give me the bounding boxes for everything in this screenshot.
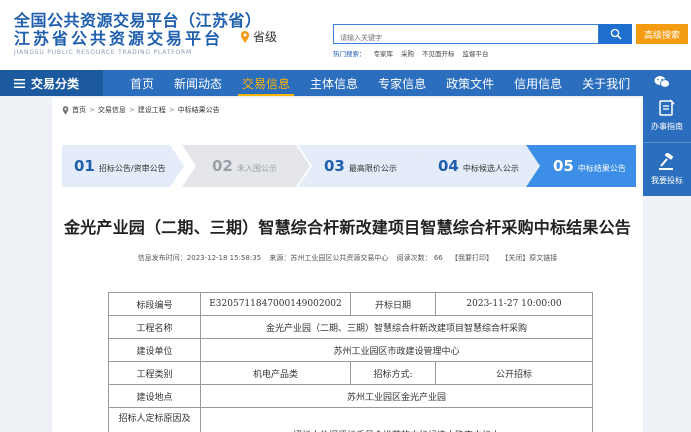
table-row: 招标人定标原因及 招标人依据评标委员会推荐的中标候选人确定中标人 [108, 407, 593, 432]
source: 来源：苏州工业园区公共资源交易中心 [269, 254, 389, 262]
table-key: 招标方式: [350, 361, 436, 385]
step-5[interactable]: 05 中标结果公告 [526, 145, 636, 187]
bid-button[interactable]: 我要投标 [643, 142, 691, 196]
nav-items: 首页 新闻动态 交易信息 主体信息 专家信息 政策文件 信用信息 关于我们 [103, 70, 630, 96]
step-1[interactable]: 01 招标公告/资审公告 [62, 145, 184, 187]
nav-item-home[interactable]: 首页 [130, 70, 154, 96]
hot-search: 热门搜索： 专家库 采购 不见面开标 监督平台 [333, 48, 489, 58]
logo-line2: 江苏省公共资源交易平台 [14, 29, 224, 48]
hot-term[interactable]: 采购 [401, 48, 414, 58]
nav-item-trade-info[interactable]: 交易信息 [238, 70, 295, 96]
province-selector[interactable]: 省级 [240, 28, 277, 45]
page-title: 金光产业园（二期、三期）智慧综合杆新改建项目智慧综合杆采购中标结果公告 [63, 218, 631, 237]
category-label: 交易分类 [31, 76, 80, 91]
step-number: 05 [553, 157, 574, 175]
article-meta: 信息发布时间：2023-12-18 15:58:35 来源：苏州工业园区公共资源… [52, 253, 643, 263]
breadcrumb-separator: > [128, 106, 135, 114]
table-value: 苏州工业园区金光产业园 [200, 384, 593, 408]
table-value: 公开招标 [435, 361, 593, 385]
bid-label: 我要投标 [651, 176, 683, 185]
step-label: 中标候选人公示 [462, 164, 519, 173]
table-row: 标段编号 E3205711847000149002002 开标日期 2023-1… [108, 292, 593, 316]
main-nav: 交易分类 首页 新闻动态 交易信息 主体信息 专家信息 政策文件 信用信息 关于… [0, 70, 691, 96]
table-row: 建设单位 苏州工业园区市政建设管理中心 [108, 338, 593, 362]
table-value: 招标人依据评标委员会推荐的中标候选人确定中标人 [200, 407, 593, 432]
search-input[interactable] [334, 29, 598, 47]
nav-item-subject-info[interactable]: 主体信息 [310, 70, 358, 96]
category-menu-button[interactable]: 交易分类 [0, 70, 103, 96]
nav-item-policy[interactable]: 政策文件 [446, 70, 494, 96]
step-2: 02 未入围公示 [182, 145, 310, 187]
table-key: 开标日期 [350, 292, 436, 316]
advanced-search-button[interactable]: 高级搜索 [636, 24, 688, 44]
location-pin-icon [241, 30, 249, 43]
breadcrumb: 首页 > 交易信息 > 建设工程 > 中标结果公告 [62, 105, 220, 115]
table-key: 工程类别 [108, 361, 201, 385]
print-link[interactable]: 【我要打印】 [451, 254, 493, 262]
side-float-bar: 办事指南 我要投标 [643, 88, 691, 196]
breadcrumb-item[interactable]: 建设工程 [138, 105, 166, 115]
search-icon [610, 28, 622, 40]
table-row: 建设地点 苏州工业园区金光产业园 [108, 384, 593, 408]
result-table: 标段编号 E3205711847000149002002 开标日期 2023-1… [108, 292, 593, 432]
table-value: 2023-11-27 10:00:00 [435, 292, 593, 316]
search-button[interactable] [599, 24, 632, 44]
breadcrumb-item[interactable]: 首页 [72, 105, 86, 115]
logo-line1: 全国公共资源交易平台（江苏省） [14, 11, 262, 30]
gavel-icon [659, 153, 674, 170]
guide-label: 办事指南 [651, 121, 683, 131]
step-number: 02 [212, 157, 233, 175]
wechat-icon[interactable] [654, 75, 670, 89]
origin-link[interactable]: 原文链接 [529, 254, 557, 262]
step-3[interactable]: 03 最高限价公示 [298, 145, 426, 187]
step-label: 招标公告/资审公告 [98, 164, 166, 173]
province-label: 省级 [253, 30, 278, 44]
nav-item-expert-info[interactable]: 专家信息 [378, 70, 426, 96]
breadcrumb-item[interactable]: 交易信息 [98, 105, 126, 115]
breadcrumb-item: 中标结果公告 [177, 106, 220, 114]
view-count: 阅读次数： 66 [396, 254, 443, 262]
nav-item-news[interactable]: 新闻动态 [174, 70, 222, 96]
step-label: 中标结果公告 [577, 164, 626, 173]
breadcrumb-separator: > [168, 106, 175, 114]
site-logo[interactable]: 全国公共资源交易平台（江苏省） 江苏省公共资源交易平台 JIANGSU PUBL… [14, 11, 262, 57]
nav-item-about[interactable]: 关于我们 [582, 70, 630, 96]
table-value: 机电产品类 [200, 361, 351, 385]
breadcrumb-separator: > [89, 106, 95, 114]
location-pin-icon [62, 105, 69, 115]
table-key: 建设单位 [108, 338, 201, 362]
step-label: 未入围公示 [236, 164, 277, 173]
table-value: E3205711847000149002002 [200, 292, 351, 316]
step-number: 01 [74, 157, 95, 175]
step-number: 04 [438, 157, 459, 175]
step-label: 最高限价公示 [348, 164, 397, 173]
hot-term[interactable]: 专家库 [374, 48, 394, 58]
table-row: 工程类别 机电产品类 招标方式: 公开招标 [108, 361, 593, 385]
table-row: 工程名称 金光产业园（二期、三期）智慧综合杆新改建项目智慧综合杆采购 [108, 315, 593, 339]
step-number: 03 [324, 157, 345, 175]
nav-item-credit[interactable]: 信用信息 [514, 70, 562, 96]
search-box [333, 24, 599, 47]
hot-term[interactable]: 监督平台 [463, 48, 489, 58]
menu-icon [14, 78, 25, 88]
guide-button[interactable]: 办事指南 [643, 88, 691, 142]
close-link[interactable]: 【关闭】 [501, 254, 529, 262]
table-key: 招标人定标原因及 [108, 407, 201, 432]
process-steps: 01 招标公告/资审公告 02 未入围公示 03 最高限价公示 04 中标候选人公示 0… [62, 145, 636, 187]
site-header: 全国公共资源交易平台（江苏省） 江苏省公共资源交易平台 JIANGSU PUBL… [0, 0, 691, 70]
table-value: 金光产业园（二期、三期）智慧综合杆新改建项目智慧综合杆采购 [200, 315, 593, 339]
table-value: 苏州工业园区市政建设管理中心 [200, 338, 593, 362]
logo-line3: JIANGSU PUBLIC RESOURCE TRADING PLATFORM [14, 49, 192, 56]
hot-search-label: 热门搜索： [333, 50, 366, 58]
step-4[interactable]: 04 中标候选人公示 [412, 145, 540, 187]
table-key: 标段编号 [108, 292, 201, 316]
publish-time: 信息发布时间：2023-12-18 15:58:35 [137, 254, 262, 262]
table-key: 工程名称 [108, 315, 201, 339]
table-key: 建设地点 [108, 384, 201, 408]
document-edit-icon [659, 98, 675, 116]
hot-term[interactable]: 不见面开标 [422, 48, 455, 58]
